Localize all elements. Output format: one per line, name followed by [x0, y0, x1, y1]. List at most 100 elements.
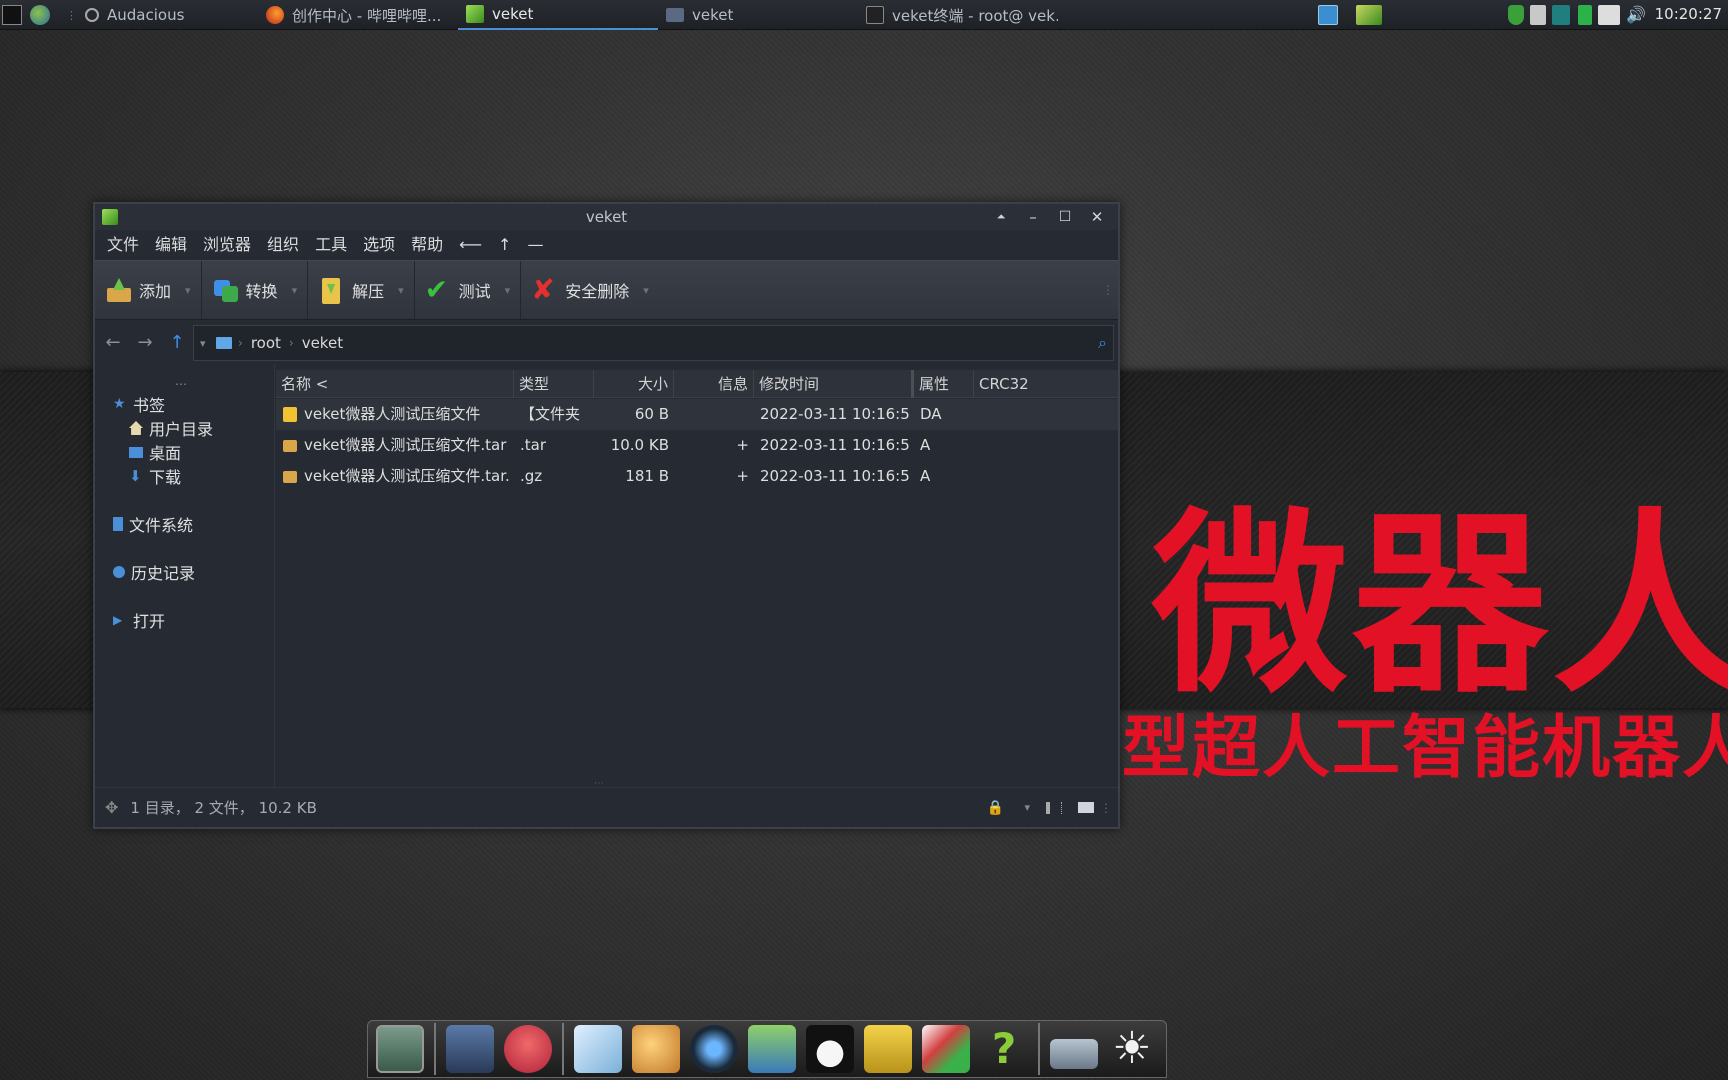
image-viewer-icon[interactable]: [376, 1025, 424, 1073]
task-veket-terminal[interactable]: veket终端 - root@ vek…: [858, 0, 1058, 30]
chevron-down-icon[interactable]: ▾: [185, 284, 191, 297]
column-name[interactable]: 名称 <: [276, 370, 514, 398]
extract-button[interactable]: 解压 ▾: [308, 261, 415, 319]
chevron-down-icon[interactable]: ▾: [398, 284, 404, 297]
sidebar-item-open[interactable]: ▶ 打开: [113, 608, 165, 632]
task-bilibili[interactable]: 创作中心 - 哔哩哔哩...: [258, 0, 448, 30]
secure-delete-button[interactable]: ✘ 安全删除 ▾: [521, 261, 659, 319]
keyboard-icon[interactable]: [1598, 5, 1620, 25]
statusbar-grip-icon[interactable]: ⋮: [1100, 801, 1112, 815]
task-veket-folder[interactable]: veket: [658, 0, 848, 30]
column-crc32[interactable]: CRC32: [974, 370, 1114, 398]
toolbar-grip-icon[interactable]: ⋮: [1102, 283, 1114, 297]
shade-button[interactable]: ⏶: [988, 204, 1014, 230]
compass-icon[interactable]: ✥: [105, 798, 118, 817]
sidebar-item-history[interactable]: 历史记录: [113, 560, 195, 584]
volume-icon[interactable]: 🔊: [1626, 5, 1648, 25]
close-button[interactable]: ✕: [1084, 204, 1110, 230]
menu-edit[interactable]: 编辑: [147, 230, 195, 260]
titlebar[interactable]: veket ⏶ – ☐ ✕: [95, 204, 1118, 230]
file-size: 10.0 KB: [610, 436, 669, 454]
penguin-icon[interactable]: [806, 1025, 854, 1073]
paint-palette-icon[interactable]: [632, 1025, 680, 1073]
maximize-button[interactable]: ☐: [1052, 204, 1078, 230]
sidebar-item-filesystem[interactable]: 文件系统: [113, 512, 193, 536]
dock-separator: [434, 1023, 436, 1075]
computer-icon[interactable]: [216, 337, 232, 349]
browser-launcher-icon[interactable]: [30, 5, 50, 25]
menu-organize[interactable]: 组织: [259, 230, 307, 260]
sun-brightness-icon[interactable]: ☀: [1108, 1025, 1156, 1073]
sidebar-item-downloads[interactable]: ⬇ 下载: [129, 464, 181, 488]
chevron-down-icon[interactable]: ▾: [643, 284, 649, 297]
forward-icon[interactable]: →: [129, 332, 161, 353]
terminal-launcher-icon[interactable]: [2, 5, 22, 25]
media-player-icon[interactable]: [690, 1025, 738, 1073]
veket-tray-icon[interactable]: [1356, 5, 1382, 25]
add-button[interactable]: 添加 ▾: [95, 261, 202, 319]
sidebar-more[interactable]: …: [175, 374, 187, 388]
back-icon[interactable]: ←: [97, 332, 129, 353]
network-users-icon[interactable]: [748, 1025, 796, 1073]
sidebar-item-home[interactable]: 用户目录: [129, 416, 213, 440]
red-creature-icon[interactable]: [504, 1025, 552, 1073]
table-row[interactable]: veket微器人测试压缩文件 【文件夹 60 B 2022-03-11 10:1…: [276, 399, 1118, 430]
folder-icon: [666, 8, 684, 22]
text-editor-icon[interactable]: [574, 1025, 622, 1073]
handle-icon: ⋮: [66, 8, 77, 22]
table-row[interactable]: veket微器人测试压缩文件.tar. .gz 181 B + 2022-03-…: [276, 461, 1118, 492]
menu-tools[interactable]: 工具: [307, 230, 355, 260]
sidebar-label: 书签: [133, 396, 166, 415]
chevron-down-icon[interactable]: ▾: [505, 284, 511, 297]
up-icon[interactable]: ↑: [161, 332, 193, 353]
column-type[interactable]: 类型: [514, 370, 594, 398]
help-question-icon[interactable]: ?: [980, 1025, 1028, 1073]
sidebar-item-bookmarks[interactable]: ★ 书签: [113, 392, 165, 416]
file-type: 【文件夹: [520, 405, 581, 423]
menu-browser[interactable]: 浏览器: [195, 230, 259, 260]
details-view-icon[interactable]: [1046, 801, 1062, 814]
network-icon[interactable]: [1552, 5, 1570, 25]
test-button[interactable]: ✔ 测试 ▾: [415, 261, 522, 319]
column-modified[interactable]: 修改时间: [754, 370, 914, 398]
path-field[interactable]: ▾ › root › veket ⌕: [193, 325, 1114, 361]
history-dropdown-icon[interactable]: ▾: [200, 337, 206, 350]
back-arrow-icon[interactable]: ⟵: [451, 230, 490, 260]
clock[interactable]: 10:20:27: [1655, 5, 1722, 23]
chart-document-icon[interactable]: [922, 1025, 970, 1073]
file-name: veket微器人测试压缩文件.tar.: [304, 467, 510, 485]
menu-options[interactable]: 选项: [355, 230, 403, 260]
column-info[interactable]: 信息: [674, 370, 754, 398]
task-label: veket: [692, 6, 734, 24]
convert-button[interactable]: 转换 ▾: [202, 261, 309, 319]
menu-file[interactable]: 文件: [99, 230, 147, 260]
desktop-switch-icon[interactable]: [1318, 5, 1338, 25]
package-folder-icon[interactable]: [864, 1025, 912, 1073]
drive-device-icon[interactable]: [1050, 1039, 1098, 1069]
file-attributes: A: [920, 467, 931, 485]
clipboard-icon[interactable]: [1530, 5, 1546, 25]
shield-icon[interactable]: [1508, 5, 1524, 25]
task-veket-active[interactable]: veket: [458, 0, 658, 30]
battery-icon[interactable]: [1578, 5, 1592, 25]
file-attributes: DA: [920, 405, 942, 423]
sidebar-item-desktop[interactable]: 桌面: [129, 440, 181, 464]
menu-help[interactable]: 帮助: [403, 230, 451, 260]
path-segment-veket[interactable]: veket: [294, 334, 351, 352]
minimize-button[interactable]: –: [1020, 204, 1046, 230]
table-row[interactable]: veket微器人测试压缩文件.tar .tar 10.0 KB + 2022-0…: [276, 430, 1118, 461]
chevron-down-icon[interactable]: ▾: [1024, 801, 1030, 814]
preview-icon[interactable]: [1078, 802, 1094, 813]
separator-icon[interactable]: —: [519, 230, 551, 260]
search-icon[interactable]: ⌕: [1098, 333, 1107, 353]
path-segment-root[interactable]: root: [243, 334, 289, 352]
up-arrow-icon[interactable]: ↑: [490, 230, 519, 260]
column-size[interactable]: 大小: [594, 370, 674, 398]
column-attributes[interactable]: 属性: [914, 370, 974, 398]
dock-separator: [562, 1023, 564, 1075]
computer-monitor-icon[interactable]: [446, 1025, 494, 1073]
chevron-down-icon[interactable]: ▾: [292, 284, 298, 297]
menubar: 文件 编辑 浏览器 组织 工具 选项 帮助 ⟵ ↑ —: [95, 230, 1118, 260]
lock-icon[interactable]: 🔒: [987, 800, 1004, 816]
task-audacious[interactable]: ⋮ Audacious: [58, 0, 248, 30]
